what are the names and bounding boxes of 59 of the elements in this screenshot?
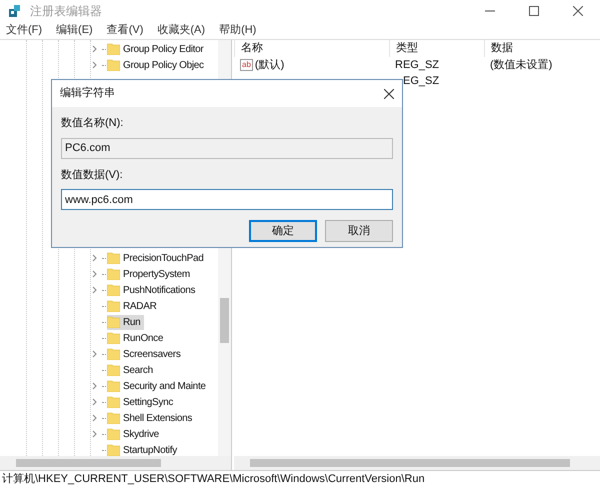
tree-item[interactable]: Shell Extensions: [107, 410, 196, 426]
menu-item[interactable]: 收藏夹(A): [157, 22, 206, 39]
folder-icon: [107, 332, 120, 344]
horizontal-scrollbar[interactable]: [0, 456, 231, 470]
folder-icon: [107, 428, 120, 440]
value-name: (默认): [254, 58, 284, 73]
tree-item[interactable]: PrecisionTouchPad: [107, 250, 208, 266]
menu-item[interactable]: 文件(F): [6, 22, 42, 39]
folder-icon: [107, 348, 120, 360]
folder-icon: [107, 284, 120, 296]
tree-item[interactable]: RADAR: [107, 298, 161, 314]
tree-item[interactable]: StartupNotify: [107, 442, 181, 456]
tree-item[interactable]: Skydrive: [107, 426, 163, 442]
menu-item[interactable]: 编辑(E): [56, 22, 93, 39]
value-type: EG_SZ: [402, 74, 440, 89]
registry-icon: [8, 4, 22, 18]
tree-item[interactable]: PushNotifications: [107, 282, 200, 298]
tree-item[interactable]: Security and Mainte: [107, 378, 210, 394]
tree-item[interactable]: Search: [107, 362, 157, 378]
tree-item[interactable]: Group Policy Editor: [107, 42, 208, 56]
column-header[interactable]: 数据: [484, 40, 594, 57]
column-header[interactable]: 类型: [389, 40, 484, 57]
string-value-icon: ab: [240, 59, 253, 71]
tree-item[interactable]: Screensavers: [107, 346, 185, 362]
menu-item[interactable]: 帮助(H): [219, 22, 256, 39]
tree-item[interactable]: RunOnce: [107, 330, 168, 346]
folder-icon: [107, 316, 120, 328]
field-label: 数值名称(N):: [61, 116, 124, 131]
folder-icon: [107, 380, 120, 392]
close-icon: [384, 88, 394, 98]
status-path: 计算机\HKEY_CURRENT_USER\SOFTWARE\Microsoft\Windows\CurrentVersion\Run: [2, 472, 425, 487]
tree-item[interactable]: SettingSync: [107, 394, 178, 410]
folder-icon: [107, 43, 120, 55]
value-data: (数值未设置): [489, 58, 552, 73]
maximize-icon: [529, 6, 539, 16]
folder-icon: [107, 252, 120, 264]
ok-button[interactable]: 确定: [249, 220, 317, 242]
cancel-button[interactable]: 取消: [325, 220, 393, 242]
tree-item[interactable]: Group Policy Objec: [107, 58, 208, 72]
scrollbar-thumb[interactable]: [220, 298, 229, 343]
tree-item[interactable]: Run: [107, 314, 144, 330]
window-title: 注册表编辑器: [30, 3, 102, 20]
folder-icon: [107, 396, 120, 408]
menu-item[interactable]: 查看(V): [106, 22, 144, 39]
tree-item[interactable]: PropertySystem: [107, 266, 194, 282]
folder-icon: [107, 300, 120, 312]
value-data-field[interactable]: www.pc6.com: [61, 189, 393, 210]
field-label: 数值数据(V):: [61, 168, 124, 182]
folder-icon: [107, 364, 120, 376]
folder-icon: [107, 59, 120, 71]
column-header[interactable]: 名称: [234, 40, 389, 57]
dialog-title: 编辑字符串: [60, 86, 115, 102]
value-name-field[interactable]: PC6.com: [61, 138, 393, 158]
expand-chevron-icon[interactable]: [92, 350, 98, 358]
value-type: REG_SZ: [394, 58, 440, 73]
close-icon: [573, 6, 583, 16]
horizontal-scrollbar[interactable]: [234, 456, 600, 470]
folder-icon: [107, 412, 120, 424]
folder-icon: [107, 268, 120, 280]
